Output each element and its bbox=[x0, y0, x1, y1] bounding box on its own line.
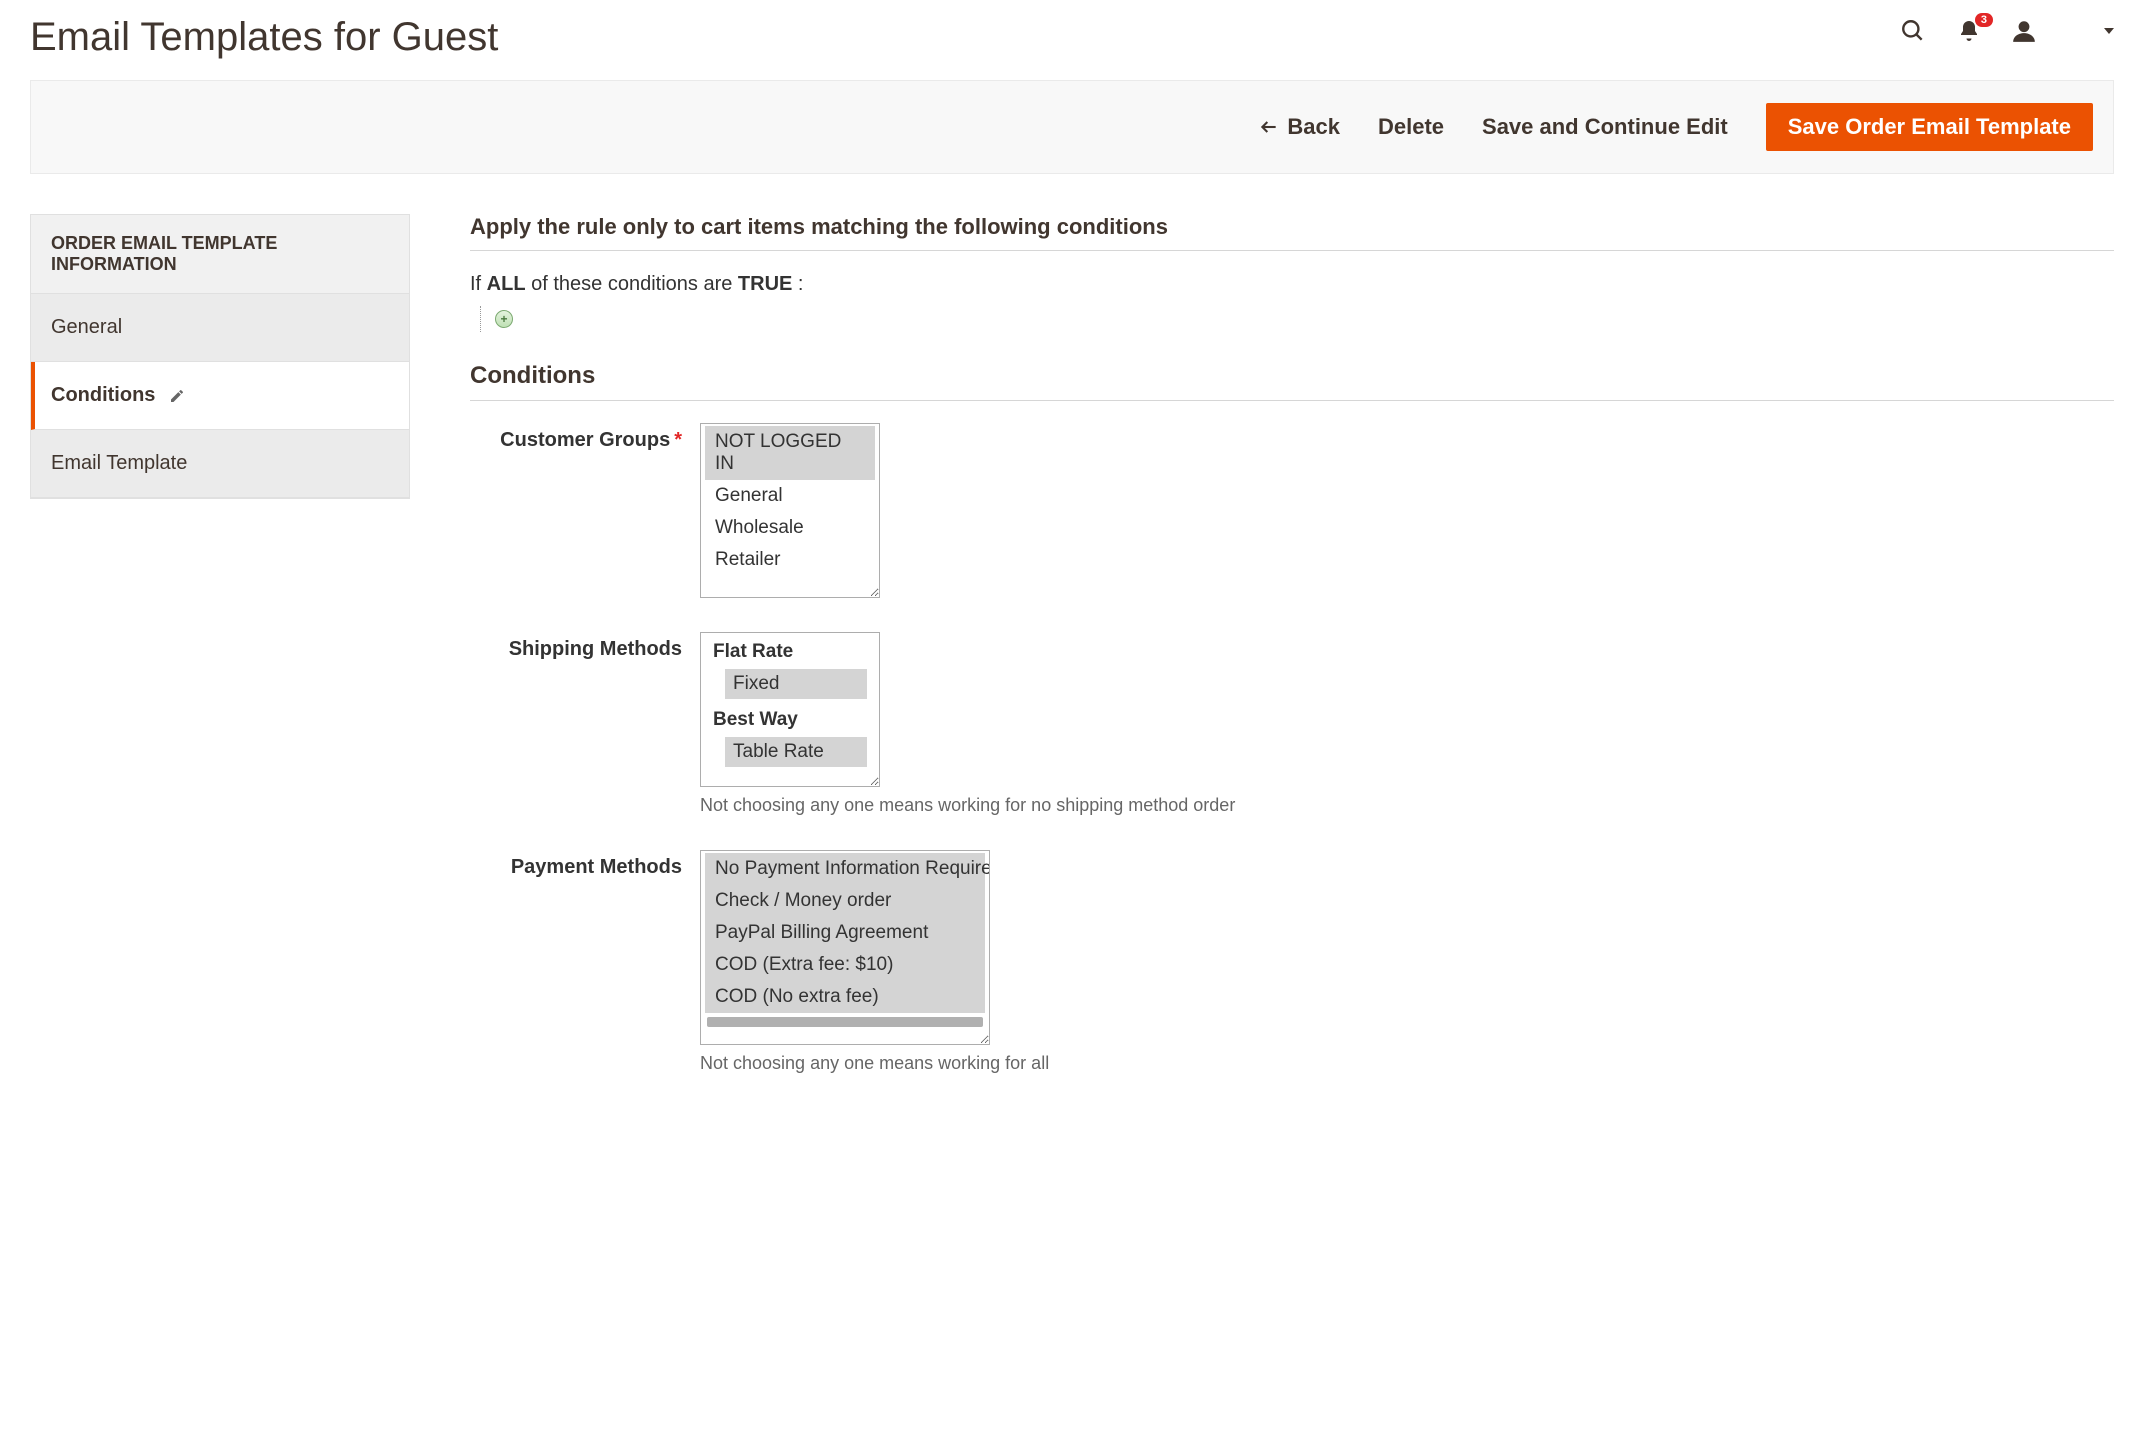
user-icon bbox=[2011, 18, 2037, 44]
arrow-left-icon bbox=[1259, 117, 1279, 137]
shipping-hint: Not choosing any one means working for n… bbox=[700, 795, 1235, 816]
horizontal-scrollbar[interactable] bbox=[707, 1017, 983, 1027]
option-wholesale[interactable]: Wholesale bbox=[705, 512, 875, 544]
save-button[interactable]: Save Order Email Template bbox=[1766, 103, 2093, 151]
ship-option-table-rate[interactable]: Table Rate bbox=[725, 737, 867, 767]
page-title: Email Templates for Guest bbox=[30, 15, 498, 60]
chevron-down-icon bbox=[2104, 28, 2114, 34]
action-toolbar: Back Delete Save and Continue Edit Save … bbox=[30, 80, 2114, 174]
pay-option-cod-fee[interactable]: COD (Extra fee: $10) bbox=[705, 949, 985, 981]
sidebar: ORDER EMAIL TEMPLATE INFORMATION General… bbox=[30, 214, 410, 499]
payment-methods-label: Payment Methods bbox=[470, 850, 700, 879]
customer-groups-select[interactable]: NOT LOGGED IN General Wholesale Retailer bbox=[700, 423, 880, 598]
pay-option-paypal[interactable]: PayPal Billing Agreement bbox=[705, 917, 985, 949]
rule-sentence: If ALL of these conditions are TRUE : bbox=[470, 273, 2114, 296]
tab-conditions-label: Conditions bbox=[51, 384, 155, 407]
option-retailer[interactable]: Retailer bbox=[705, 544, 875, 576]
plus-icon[interactable] bbox=[495, 310, 513, 328]
tab-conditions[interactable]: Conditions bbox=[31, 362, 409, 430]
back-label: Back bbox=[1287, 114, 1340, 140]
save-continue-button[interactable]: Save and Continue Edit bbox=[1482, 114, 1728, 140]
option-not-logged-in[interactable]: NOT LOGGED IN bbox=[705, 426, 875, 480]
tab-general[interactable]: General bbox=[31, 294, 409, 362]
pencil-icon bbox=[169, 388, 185, 404]
conditions-heading: Conditions bbox=[470, 362, 2114, 401]
pay-option-check-mo[interactable]: Check / Money order bbox=[705, 885, 985, 917]
sidebar-header: ORDER EMAIL TEMPLATE INFORMATION bbox=[31, 215, 409, 294]
header-actions: 3 bbox=[1899, 15, 2114, 45]
tab-email-template[interactable]: Email Template bbox=[31, 430, 409, 498]
pay-option-cod-nofee[interactable]: COD (No extra fee) bbox=[705, 981, 985, 1013]
rule-heading: Apply the rule only to cart items matchi… bbox=[470, 214, 2114, 251]
pay-option-no-payment[interactable]: No Payment Information Required bbox=[705, 853, 985, 885]
ship-group-flat-rate: Flat Rate bbox=[705, 637, 875, 667]
shipping-methods-label: Shipping Methods bbox=[470, 632, 700, 661]
user-menu[interactable] bbox=[2011, 18, 2114, 44]
notification-badge: 3 bbox=[1975, 13, 1993, 27]
option-general[interactable]: General bbox=[705, 480, 875, 512]
payment-methods-select[interactable]: No Payment Information Required Check / … bbox=[700, 850, 990, 1045]
ship-group-best-way: Best Way bbox=[705, 705, 875, 735]
search-icon[interactable] bbox=[1899, 17, 1927, 45]
rule-true-link[interactable]: TRUE bbox=[738, 273, 792, 295]
notifications-icon[interactable]: 3 bbox=[1955, 17, 1983, 45]
rule-all-link[interactable]: ALL bbox=[487, 273, 526, 295]
delete-button[interactable]: Delete bbox=[1378, 114, 1444, 140]
customer-groups-label: Customer Groups* bbox=[470, 423, 700, 452]
payment-hint: Not choosing any one means working for a… bbox=[700, 1053, 1049, 1074]
back-button[interactable]: Back bbox=[1259, 114, 1340, 140]
shipping-methods-select[interactable]: Flat Rate Fixed Best Way Table Rate bbox=[700, 632, 880, 787]
ship-option-fixed[interactable]: Fixed bbox=[725, 669, 867, 699]
